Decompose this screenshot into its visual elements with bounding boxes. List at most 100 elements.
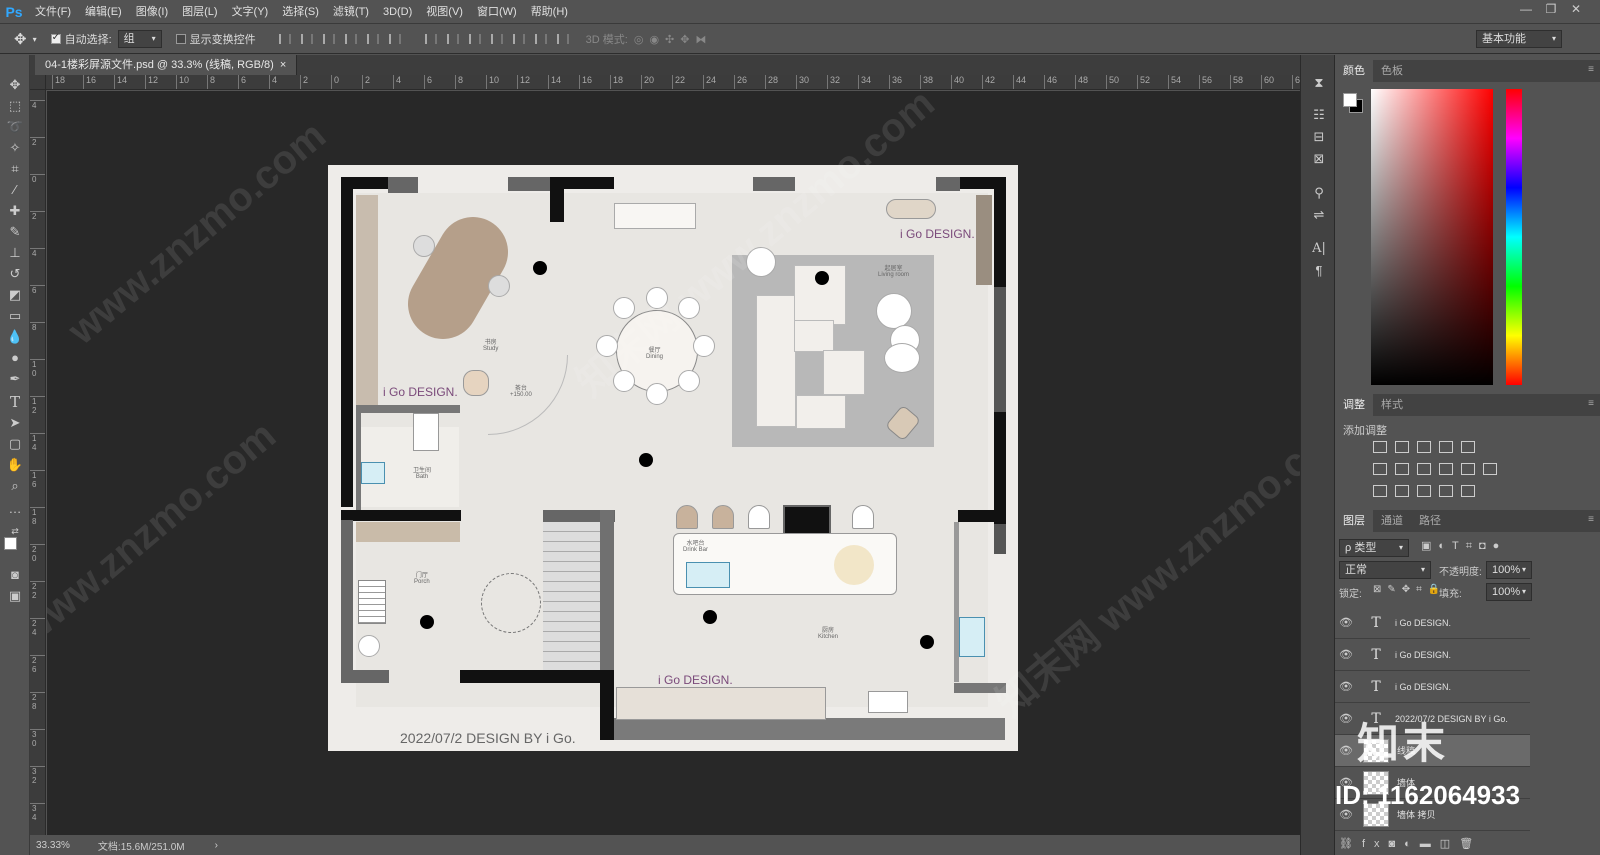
lasso-tool-icon[interactable]: ➰ [5,117,25,137]
type-tool-icon[interactable]: T [5,392,25,412]
history-icon[interactable]: ⧗ [1309,73,1329,93]
3d-mode-icons[interactable]: ◎◉✣✥⧓ [634,33,713,46]
distribute-bottom-icon[interactable] [466,32,481,46]
minimize-button[interactable]: — [1515,0,1537,20]
menu-item[interactable]: 文件(F) [28,0,78,24]
libraries-icon[interactable]: ⊠ [1309,149,1329,169]
tab-paths[interactable]: 路径 [1411,510,1449,532]
hand-tool-icon[interactable]: ✋ [5,455,25,475]
hue-slider[interactable] [1506,89,1522,385]
color-balance-icon[interactable] [1395,463,1409,475]
curves-icon[interactable] [1417,441,1431,453]
floor-plan-artboard[interactable]: 书房 Study 餐厅 Dining 起居室 Living room 卫生间 B… [328,165,1018,751]
menu-item[interactable]: 滤镜(T) [326,0,376,24]
menu-item[interactable]: 帮助(H) [524,0,575,24]
fill-field[interactable]: 100% ▾ [1486,583,1532,601]
menu-item[interactable]: 图层(L) [175,0,224,24]
more-tools-icon[interactable]: … [5,499,25,519]
distribute-right-icon[interactable] [532,32,547,46]
align-left-icon[interactable] [342,32,357,46]
panel-menu-icon[interactable]: ≡ [1588,398,1594,409]
align-vcenter-icon[interactable] [298,32,313,46]
align-right-icon[interactable] [386,32,401,46]
layer-row[interactable]: 👁 Ti Go DESIGN. [1335,671,1530,703]
tab-styles[interactable]: 样式 [1373,394,1411,416]
crop-tool-icon[interactable]: ⌗ [5,159,25,179]
rectangle-tool-icon[interactable]: ▢ [5,434,25,454]
zoom-tool-icon[interactable]: ⌕ [5,476,25,496]
distribute-hcenter-icon[interactable] [510,32,525,46]
align-top-icon[interactable] [276,32,291,46]
distribute-top-icon[interactable] [422,32,437,46]
tab-layers[interactable]: 图层 [1335,510,1373,532]
vibrance-icon[interactable] [1461,441,1475,453]
brushes-icon[interactable]: ⚲ [1309,183,1329,203]
marquee-tool-icon[interactable]: ⬚ [5,96,25,116]
document-tab[interactable]: 04-1楼彩屏源文件.psd @ 33.3% (线稿, RGB/8) × [35,55,298,75]
opacity-field[interactable]: 100% ▾ [1486,561,1532,579]
tab-swatches[interactable]: 色板 [1373,60,1411,82]
restore-button[interactable]: ❐ [1540,0,1562,20]
layer-row[interactable]: 👁 Ti Go DESIGN. [1335,607,1530,639]
move-tool-icon[interactable]: ✥ [5,75,25,95]
visibility-eye-icon[interactable]: 👁 [1335,616,1357,629]
posterize-icon[interactable] [1395,485,1409,497]
workspace-switcher[interactable]: 基本功能 ▾ [1476,30,1562,48]
color-picker-field[interactable] [1371,89,1493,385]
visibility-eye-icon[interactable]: 👁 [1335,680,1357,693]
quick-mask-icon[interactable]: ◙ [5,565,25,585]
stamp-tool-icon[interactable]: ⊥ [5,243,25,263]
menu-item[interactable]: 编辑(E) [78,0,129,24]
brightness-icon[interactable] [1373,441,1387,453]
clone-source-icon[interactable]: ⇌ [1309,205,1329,225]
selective-color-icon[interactable] [1439,485,1453,497]
blur-tool-icon[interactable]: 💧 [5,327,25,347]
visibility-eye-icon[interactable]: 👁 [1335,712,1357,725]
layer-filter-icons[interactable]: ▣◐T⌗◘● [1421,539,1506,553]
layer-filter-dropdown[interactable]: ρ 类型 ▾ [1339,539,1409,557]
auto-select-checkbox[interactable]: 自动选择: [50,31,112,47]
canvas-workspace[interactable]: 书房 Study 餐厅 Dining 起居室 Living room 卫生间 B… [47,91,1300,835]
levels-icon[interactable] [1395,441,1409,453]
hue-sat-icon[interactable] [1373,463,1387,475]
history-brush-icon[interactable]: ↺ [5,264,25,284]
color-fg-swatch[interactable] [1343,93,1357,107]
screen-mode-icon[interactable]: ▣ [5,586,25,606]
layer-row[interactable]: 👁 Ti Go DESIGN. [1335,639,1530,671]
close-button[interactable]: ✕ [1565,0,1587,20]
tab-adjustments[interactable]: 调整 [1335,394,1373,416]
visibility-eye-icon[interactable]: 👁 [1335,744,1357,757]
tab-channels[interactable]: 通道 [1373,510,1411,532]
info-icon[interactable]: ⊟ [1309,127,1329,147]
lock-icons[interactable]: ⊠✎✥⌗🔒 [1373,584,1446,595]
blend-mode-dropdown[interactable]: 正常 ▾ [1339,561,1431,579]
menu-item[interactable]: 选择(S) [275,0,326,24]
auto-select-dropdown[interactable]: 组 ▾ [117,30,162,48]
color-lookup-icon[interactable] [1483,463,1497,475]
distribute-left-icon[interactable] [488,32,503,46]
align-bottom-icon[interactable] [320,32,335,46]
status-arrow-icon[interactable]: › [215,840,218,851]
auto-align-icon[interactable] [554,32,569,46]
align-buttons[interactable] [272,32,404,46]
zoom-level[interactable]: 33.33% [36,840,70,851]
horizontal-ruler[interactable]: 18 16 14 12 10 8 6 4 2 0 2 4 6 8 10 12 14 16 18 20 22 24 26 28 3… [46,75,1300,90]
close-tab-icon[interactable]: × [280,59,286,71]
eraser-tool-icon[interactable]: ◩ [5,285,25,305]
eyedropper-icon[interactable]: ⁄ [5,180,25,200]
brush-tool-icon[interactable]: ✎ [5,222,25,242]
dodge-tool-icon[interactable]: ● [5,348,25,368]
healing-brush-icon[interactable]: ✚ [5,201,25,221]
tab-color[interactable]: 颜色 [1335,60,1373,82]
magic-wand-icon[interactable]: ✧ [5,138,25,158]
menu-item[interactable]: 窗口(W) [470,0,524,24]
distribute-vcenter-icon[interactable] [444,32,459,46]
layer-bottom-icons[interactable]: ⛓fx◙◐▬◫🗑 [1339,837,1529,855]
menu-item[interactable]: 图像(I) [129,0,175,24]
threshold-icon[interactable] [1417,485,1431,497]
invert-icon[interactable] [1373,485,1387,497]
menu-item[interactable]: 3D(D) [376,0,419,24]
black-white-icon[interactable] [1417,463,1431,475]
exposure-icon[interactable] [1439,441,1453,453]
visibility-eye-icon[interactable]: 👁 [1335,648,1357,661]
